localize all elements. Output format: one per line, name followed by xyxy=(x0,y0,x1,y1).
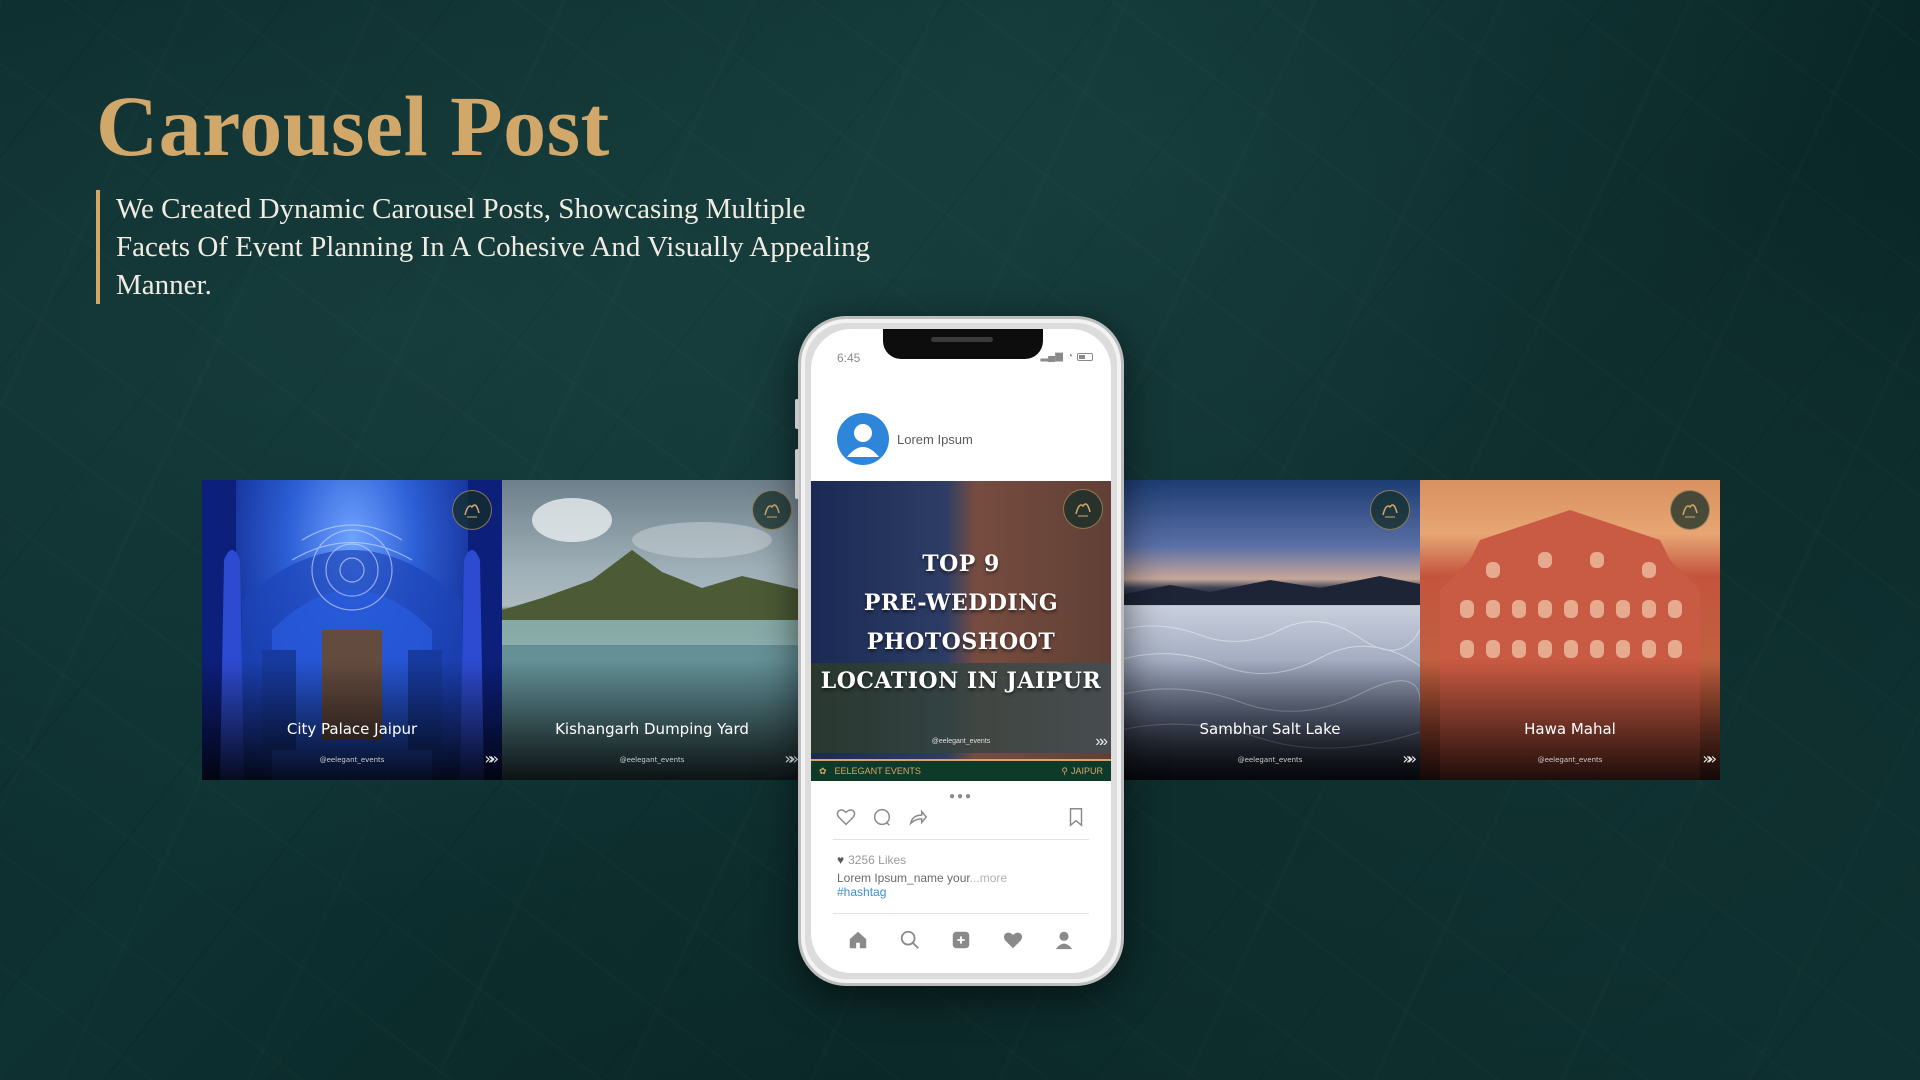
hashtag-link[interactable]: #hashtag xyxy=(837,885,886,899)
brand-name: EELEGANT EVENTS xyxy=(834,766,921,776)
card-caption: Hawa Mahal xyxy=(1524,720,1616,738)
activity-heart-icon[interactable] xyxy=(1002,929,1024,951)
brand-logo-icon xyxy=(1370,490,1410,530)
carousel-card-city-palace[interactable]: City Palace Jaipur @eelegant_events »» xyxy=(202,480,502,780)
phone-notch xyxy=(883,329,1043,359)
post-brand-bar: ✿ EELEGANT EVENTS ⚲ JAIPUR xyxy=(811,759,1111,781)
add-post-icon[interactable] xyxy=(950,929,972,951)
search-icon[interactable] xyxy=(899,929,921,951)
comment-icon[interactable] xyxy=(871,806,893,828)
brand-logo-icon xyxy=(1063,489,1103,529)
bottom-tab-bar xyxy=(847,925,1075,955)
card-handle: @eelegant_events xyxy=(619,756,685,764)
carousel-card-hawa-mahal[interactable]: Hawa Mahal @eelegant_events »» xyxy=(1420,480,1720,780)
page-title: Carousel Post xyxy=(96,78,610,174)
location-label: JAIPUR xyxy=(1070,766,1103,776)
description-text: We Created Dynamic Carousel Posts, Showc… xyxy=(116,193,871,301)
like-heart-icon[interactable] xyxy=(835,806,857,828)
status-icons: ▂▄▆ ◔ xyxy=(1040,351,1093,362)
swipe-arrows-icon: »» xyxy=(1402,749,1416,768)
post-actions xyxy=(835,803,1087,831)
swipe-arrows-icon: »» xyxy=(1702,749,1716,768)
carousel-post-image[interactable]: TOP 9 PRE-WEDDING PHOTOSHOOT LOCATION IN… xyxy=(811,481,1111,781)
card-caption: Sambhar Salt Lake xyxy=(1199,720,1341,738)
heart-filled-icon: ♥ xyxy=(837,853,845,867)
more-link[interactable]: ...more xyxy=(970,871,1007,885)
brand-logo-icon xyxy=(752,490,792,530)
home-icon[interactable] xyxy=(847,929,869,951)
post-caption: Lorem Ipsum_name your...more xyxy=(837,871,1008,885)
signal-icon: ▂▄▆ xyxy=(1040,351,1063,362)
phone-screen: 6:45 ▂▄▆ ◔ Lorem Ipsum TOP 9 PRE-WEDDING… xyxy=(811,329,1111,973)
card-handle: @eelegant_events xyxy=(1537,756,1603,764)
status-time: 6:45 xyxy=(837,351,861,365)
avatar[interactable] xyxy=(837,413,889,465)
swipe-arrows-icon: »» xyxy=(784,749,798,768)
profile-icon[interactable] xyxy=(1053,929,1075,951)
bookmark-icon[interactable] xyxy=(1065,806,1087,828)
brand-logo-icon xyxy=(452,490,492,530)
post-handle: @eelegant_events xyxy=(931,738,991,745)
profile-row[interactable]: Lorem Ipsum xyxy=(837,413,973,465)
user-icon xyxy=(847,424,879,457)
card-caption: City Palace Jaipur xyxy=(286,720,418,738)
swipe-arrows-icon: »» xyxy=(484,749,498,768)
carousel-card-kishangarh[interactable]: Kishangarh Dumping Yard @eelegant_events… xyxy=(502,480,802,780)
description-block: We Created Dynamic Carousel Posts, Showc… xyxy=(96,190,876,304)
card-handle: @eelegant_events xyxy=(319,756,385,764)
location-pin-icon: ⚲ xyxy=(1061,765,1068,776)
card-caption: Kishangarh Dumping Yard xyxy=(555,720,749,738)
brand-logo-icon xyxy=(1670,490,1710,530)
post-headline: TOP 9 PRE-WEDDING PHOTOSHOOT LOCATION IN… xyxy=(820,551,1102,694)
swipe-arrows-icon: »» xyxy=(1095,733,1108,750)
wifi-icon: ◔ xyxy=(1066,351,1073,362)
phone-mockup: 6:45 ▂▄▆ ◔ Lorem Ipsum TOP 9 PRE-WEDDING… xyxy=(795,316,1124,986)
likes-count[interactable]: ♥ 3256 Likes xyxy=(837,853,906,867)
carousel-card-sambhar[interactable]: Sambhar Salt Lake @eelegant_events »» xyxy=(1120,480,1420,780)
brand-mark-icon: ✿ xyxy=(819,765,827,776)
share-icon[interactable] xyxy=(907,806,929,828)
card-handle: @eelegant_events xyxy=(1237,756,1303,764)
profile-name[interactable]: Lorem Ipsum xyxy=(897,432,973,447)
carousel-dots: ●●● xyxy=(948,791,974,802)
battery-icon xyxy=(1077,352,1093,361)
